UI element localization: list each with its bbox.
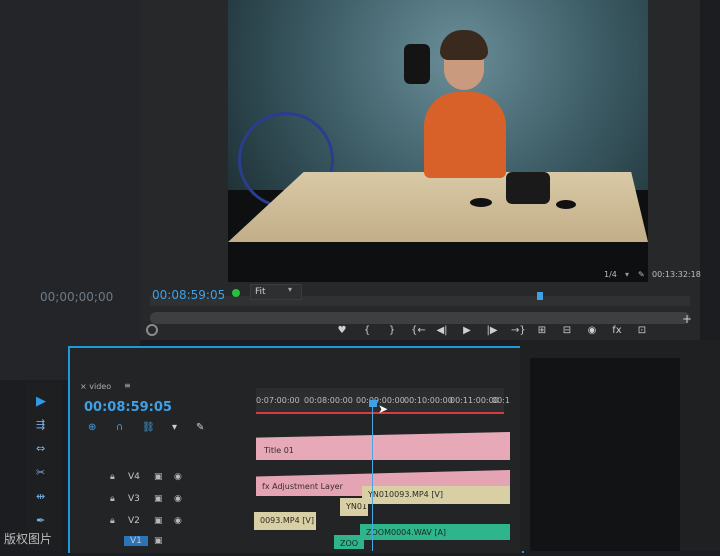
lock-icon[interactable]: 🔒︎ [110, 472, 115, 482]
eye-icon[interactable]: ◉ [174, 494, 182, 504]
pen-icon[interactable]: ✒ [36, 514, 45, 527]
chevron-down-icon[interactable]: ▾ [288, 285, 292, 294]
video-lens-cap [470, 198, 492, 207]
track-header-v3[interactable]: 🔒︎ V3 ▣ ◉ [76, 494, 252, 514]
clip-label-text: Adjustment Layer [272, 482, 343, 491]
step-back-icon[interactable]: ◀| [436, 322, 448, 340]
slip-icon[interactable]: ⇹ [36, 490, 45, 503]
track-label: V2 [128, 516, 140, 526]
watermark: 版权图片 [4, 532, 53, 546]
go-to-out-icon[interactable]: →} [511, 322, 526, 340]
clip-video[interactable]: YN010093.MP4 [V] [362, 486, 510, 504]
razor-icon[interactable]: ✂ [36, 466, 45, 479]
program-playhead[interactable] [537, 292, 543, 300]
zoom-level-select[interactable]: Fit [250, 284, 302, 300]
track-label: V4 [128, 472, 140, 482]
track-label: V3 [128, 494, 140, 504]
sync-lock-icon[interactable]: ▣ [154, 472, 163, 482]
track-label[interactable]: V1 [124, 536, 148, 546]
out-point-icon[interactable]: } [386, 322, 398, 340]
lock-icon[interactable]: 🔒︎ [110, 494, 115, 504]
track-header-v4[interactable]: 🔒︎ V4 ▣ ◉ [76, 472, 252, 492]
sync-lock-icon[interactable]: ▣ [154, 516, 163, 526]
zoom-handle[interactable] [146, 324, 158, 336]
program-video-frame [228, 0, 648, 282]
camera-icon[interactable]: ◉ [586, 322, 598, 340]
video-lens-cap [556, 200, 576, 209]
sync-lock-icon[interactable]: ▣ [154, 536, 163, 546]
linked-selection-icon[interactable]: ⛓ [142, 422, 155, 433]
audio-meter-display [530, 358, 680, 551]
video-camera-held [404, 44, 430, 84]
fx-icon: fx [262, 482, 270, 491]
button-editor-plus-icon[interactable]: + [682, 312, 692, 326]
project-timecode: 00;00;00;00 [40, 290, 114, 304]
marker-icon[interactable]: ▾ [172, 422, 177, 433]
sequence-duration: 00:13:32:18 [652, 270, 701, 279]
timeline-tab[interactable]: × video [80, 382, 111, 391]
track-header-v1[interactable]: V1 ▣ [76, 536, 252, 556]
project-panel [0, 0, 140, 380]
track-select-icon[interactable]: ⇶ [36, 418, 45, 431]
clip-label: Title 01 [264, 446, 294, 455]
video-person-shirt [424, 92, 506, 178]
timeline-playhead-line[interactable] [372, 404, 373, 551]
mouse-cursor-icon: ➤ [378, 402, 389, 416]
settings-wrench-icon[interactable]: ✎ [638, 270, 645, 279]
clip-video[interactable]: 0093.MP4 [V] [254, 512, 316, 530]
ruler-label: 00:08:00:00 [304, 396, 353, 405]
ruler-label: 00:1 [492, 396, 510, 405]
menu-icon[interactable]: ≡ [124, 381, 131, 390]
nest-icon[interactable]: ⊕ [88, 422, 96, 433]
chevron-down-icon[interactable]: ▾ [625, 270, 629, 279]
ruler-label: 0:07:00:00 [256, 396, 300, 405]
timeline-timecode[interactable]: 00:08:59:05 [84, 400, 172, 415]
transport-controls: ♥ { } {← ◀| ▶ |▶ →} ⊞ ⊟ ◉ fx ⊡ [336, 322, 648, 340]
eye-icon[interactable]: ◉ [174, 472, 182, 482]
sync-lock-icon[interactable]: ▣ [154, 494, 163, 504]
safe-margins-icon[interactable]: ⊡ [636, 322, 648, 340]
lift-icon[interactable]: ⊞ [536, 322, 548, 340]
go-to-in-icon[interactable]: {← [411, 322, 426, 340]
close-icon[interactable]: × [80, 382, 87, 391]
timeline-tab-label: video [89, 382, 112, 391]
in-point-icon[interactable]: { [361, 322, 373, 340]
eye-icon[interactable]: ◉ [174, 516, 182, 526]
clip-label: fx Adjustment Layer [262, 478, 343, 496]
marker-icon[interactable]: ♥ [336, 322, 348, 340]
status-indicator [232, 289, 240, 297]
program-timecode[interactable]: 00:08:59:05 [152, 288, 225, 302]
snap-icon[interactable]: ∩ [116, 422, 123, 433]
step-forward-icon[interactable]: |▶ [486, 322, 498, 340]
wrench-icon[interactable]: ✎ [196, 422, 204, 433]
selection-icon[interactable]: ▶ [36, 394, 46, 409]
lock-icon[interactable]: 🔒︎ [110, 516, 115, 526]
ripple-edit-icon[interactable]: ⇔ [36, 442, 45, 455]
resolution-select[interactable]: 1/4 [604, 270, 617, 279]
program-scrub-bar[interactable] [150, 296, 690, 306]
play-icon[interactable]: ▶ [461, 322, 473, 340]
video-camera-table [506, 172, 550, 204]
fx-icon[interactable]: fx [611, 322, 623, 340]
timeline-playhead[interactable] [369, 400, 377, 407]
clip-audio[interactable]: ZOOM0004.WAV [A] [360, 524, 510, 540]
ruler-label: 00:10:00:00 [404, 396, 453, 405]
extract-icon[interactable]: ⊟ [561, 322, 573, 340]
track-header-v2[interactable]: 🔒︎ V2 ▣ ◉ [76, 516, 252, 536]
